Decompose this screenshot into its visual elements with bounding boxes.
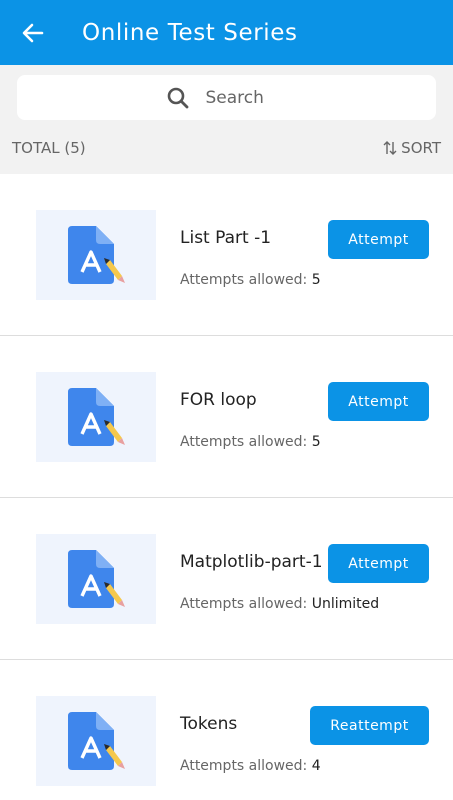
search-input[interactable]	[203, 86, 288, 109]
test-thumbnail	[36, 696, 156, 786]
list-item: Matplotlib-part-1 Attempts allowed: Unli…	[0, 498, 453, 660]
search-bar[interactable]	[17, 75, 436, 120]
list-toolbar: TOTAL (5) SORT	[0, 121, 453, 174]
document-edit-icon	[68, 226, 125, 284]
arrow-left-icon	[22, 23, 44, 42]
sort-label: SORT	[401, 138, 441, 157]
list-item: List Part -1 Attempts allowed: 5 Attempt	[0, 174, 453, 336]
list-item: FOR loop Attempts allowed: 5 Attempt	[0, 336, 453, 498]
back-button[interactable]	[18, 18, 48, 48]
app-screen: Online Test Series TOTAL (5) SORT	[0, 0, 453, 800]
attempts-value: 4	[311, 758, 321, 774]
test-title: Tokens	[180, 714, 238, 734]
sort-button[interactable]: SORT	[383, 139, 441, 157]
attempts-label: Attempts allowed:	[180, 758, 308, 774]
attempts-value: Unlimited	[311, 596, 380, 612]
sort-arrows-icon	[383, 140, 397, 155]
total-count: TOTAL (5)	[12, 138, 86, 157]
attempts-info: Attempts allowed: 5	[180, 272, 321, 288]
attempts-info: Attempts allowed: Unlimited	[180, 596, 379, 612]
test-thumbnail	[36, 534, 156, 624]
attempts-info: Attempts allowed: 5	[180, 434, 321, 450]
search-icon	[167, 87, 188, 108]
attempt-button[interactable]: Attempt	[328, 220, 429, 259]
test-thumbnail	[36, 210, 156, 300]
attempt-button[interactable]: Attempt	[328, 382, 429, 421]
app-header: Online Test Series	[0, 0, 453, 65]
test-list: List Part -1 Attempts allowed: 5 Attempt…	[0, 174, 453, 800]
attempts-info: Attempts allowed: 4	[180, 758, 321, 774]
attempts-value: 5	[311, 434, 321, 450]
test-title: FOR loop	[180, 390, 257, 410]
document-edit-icon	[68, 712, 125, 770]
document-edit-icon	[68, 550, 125, 608]
attempts-label: Attempts allowed:	[180, 596, 308, 612]
search-area	[0, 65, 453, 121]
test-title: List Part -1	[180, 228, 272, 248]
attempts-value: 5	[311, 272, 321, 288]
page-title: Online Test Series	[82, 19, 298, 46]
attempts-label: Attempts allowed:	[180, 272, 308, 288]
reattempt-button[interactable]: Reattempt	[310, 706, 429, 745]
attempt-button[interactable]: Attempt	[328, 544, 429, 583]
document-edit-icon	[68, 388, 125, 446]
list-item: Tokens Attempts allowed: 4 Reattempt	[0, 660, 453, 800]
attempts-label: Attempts allowed:	[180, 434, 308, 450]
test-thumbnail	[36, 372, 156, 462]
test-title: Matplotlib-part-1	[180, 552, 323, 572]
